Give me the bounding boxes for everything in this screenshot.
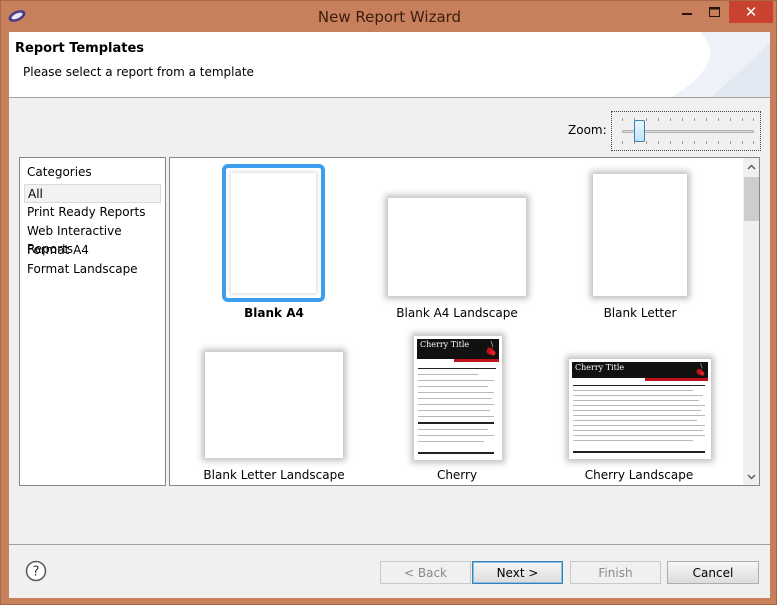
template-thumbnail: Cherry Title	[569, 359, 711, 459]
template-label: Cherry Landscape	[584, 468, 694, 482]
chevron-down-icon	[747, 473, 756, 480]
cherry-row	[573, 435, 705, 436]
category-web-interactive-reports[interactable]: Web Interactive Reports	[24, 222, 161, 256]
cherry-row	[573, 385, 705, 386]
template-thumbnail	[388, 198, 526, 296]
cherry-row	[573, 390, 693, 391]
back-button[interactable]: < Back	[380, 561, 471, 584]
wizard-header: Report Templates Please select a report …	[9, 32, 770, 98]
categories-list: All Print Ready Reports Web Interactive …	[24, 184, 161, 279]
minimize-button[interactable]	[673, 1, 701, 23]
cherry-row	[418, 416, 494, 417]
cherry-row	[573, 415, 705, 416]
wizard-content: Report Templates Please select a report …	[9, 32, 770, 598]
cherry-row	[418, 410, 490, 411]
cherry-row	[418, 380, 494, 381]
close-button[interactable]: ✕	[729, 1, 773, 23]
template-label: Blank A4 Landscape	[396, 306, 518, 320]
cherry-red-bar	[645, 378, 708, 381]
cherry-row	[573, 451, 705, 453]
finish-button[interactable]: Finish	[570, 561, 661, 584]
cherry-row	[573, 405, 705, 406]
template-label: Blank Letter	[603, 306, 677, 320]
cherry-row	[418, 386, 488, 387]
category-print-ready-reports[interactable]: Print Ready Reports	[24, 203, 161, 222]
cherry-row	[418, 374, 478, 375]
cherry-row	[418, 441, 484, 442]
cherry-row	[418, 398, 492, 399]
maximize-icon	[708, 7, 720, 17]
cherry-header: Cherry Title	[417, 339, 499, 359]
cherry-row	[418, 422, 494, 424]
cherry-row	[418, 368, 496, 369]
cherry-row	[573, 410, 701, 411]
template-thumbnail	[205, 352, 343, 458]
cherry-row	[573, 420, 697, 421]
help-icon[interactable]: ?	[25, 560, 47, 582]
back-button-label: < Back	[403, 565, 447, 580]
chevron-up-icon	[747, 163, 756, 170]
next-button[interactable]: Next >	[472, 561, 563, 584]
cherry-row	[573, 395, 703, 396]
template-thumbnail	[231, 173, 316, 293]
footer-separator	[9, 544, 770, 545]
cherry-thumb-title: Cherry Title	[575, 363, 625, 372]
cherry-icon	[486, 341, 496, 356]
minimize-icon	[682, 13, 692, 15]
scroll-down-button[interactable]	[743, 468, 759, 485]
cherry-row	[418, 404, 494, 405]
cherry-header: Cherry Title	[572, 362, 708, 378]
template-label: Cherry	[436, 468, 478, 482]
template-thumbnail	[593, 174, 687, 296]
scroll-up-button[interactable]	[743, 158, 759, 175]
header-decoration	[671, 32, 770, 97]
category-format-landscape[interactable]: Format Landscape	[24, 260, 161, 279]
page-title: Report Templates	[15, 41, 145, 56]
cherry-thumb-title: Cherry Title	[420, 340, 470, 349]
cherry-row	[418, 429, 488, 430]
page-subtitle: Please select a report from a template	[23, 65, 254, 79]
category-format-a4[interactable]: Format A4	[24, 241, 161, 260]
cherry-icon	[696, 363, 705, 376]
cancel-button-label: Cancel	[692, 565, 734, 580]
template-thumbnail: Cherry Title	[414, 336, 502, 460]
title-bar[interactable]: New Report Wizard ✕	[1, 1, 777, 32]
wizard-window: New Report Wizard ✕ Report Templates Ple…	[0, 0, 777, 605]
cherry-row	[418, 452, 494, 454]
zoom-thumb[interactable]	[634, 120, 646, 142]
category-all[interactable]: All	[24, 184, 161, 203]
cherry-row	[573, 400, 699, 401]
cherry-row	[418, 435, 494, 436]
close-icon: ✕	[744, 3, 758, 21]
cherry-row	[573, 430, 703, 431]
template-label: Blank A4	[244, 306, 304, 320]
finish-button-label: Finish	[598, 565, 633, 580]
cancel-button[interactable]: Cancel	[667, 561, 759, 584]
scroll-thumb[interactable]	[744, 177, 759, 221]
window-title: New Report Wizard	[317, 8, 462, 26]
maximize-button[interactable]	[701, 1, 727, 23]
cherry-row	[573, 440, 693, 441]
zoom-slider[interactable]	[611, 111, 761, 151]
cherry-row	[573, 425, 705, 426]
zoom-label: Zoom:	[568, 123, 607, 137]
templates-scrollbar[interactable]	[743, 158, 759, 485]
templates-panel: Blank A4 Blank A4 Landscape Blank Letter…	[169, 157, 760, 486]
next-button-label: Next >	[496, 565, 539, 580]
categories-panel: Categories All Print Ready Reports Web I…	[19, 157, 166, 486]
categories-title: Categories	[27, 165, 92, 179]
cherry-row	[418, 392, 494, 393]
template-label: Blank Letter Landscape	[203, 468, 345, 482]
svg-text:?: ?	[33, 565, 40, 580]
cherry-red-bar	[454, 359, 499, 362]
